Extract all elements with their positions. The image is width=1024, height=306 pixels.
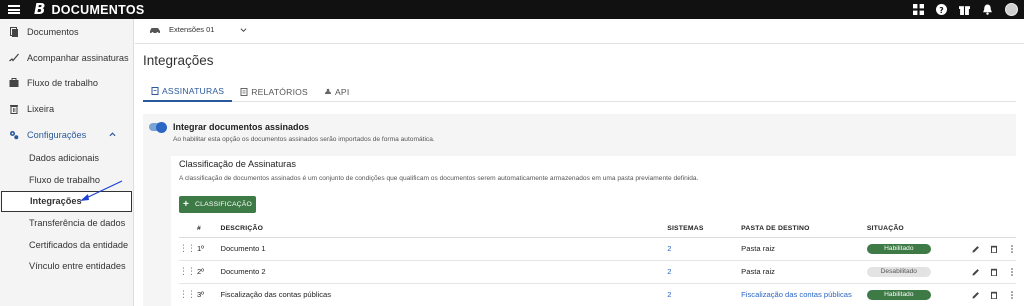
table-row[interactable]: ⋮⋮ 3º Fiscalização das contas públicas 2…: [179, 283, 1016, 306]
gears-icon: [8, 129, 19, 140]
workflow-icon: [8, 78, 19, 89]
header-status: SITUAÇÃO: [866, 220, 962, 238]
sidebar-sub-dados-adicionais[interactable]: Dados adicionais: [0, 147, 133, 169]
edit-icon[interactable]: [971, 267, 980, 276]
tab-label: API: [334, 86, 350, 97]
menu-icon[interactable]: [8, 5, 20, 14]
more-options-icon[interactable]: [1007, 267, 1016, 276]
classification-section: Classificação de Assinaturas A classific…: [171, 156, 1016, 306]
sidebar-sub-transferencia[interactable]: Transferência de dados: [0, 212, 133, 234]
delete-icon[interactable]: [989, 244, 998, 253]
sidebar-item-configuracoes[interactable]: Configurações: [0, 122, 133, 148]
tab-label: ASSINATURAS: [162, 85, 225, 96]
status-badge: Desabilitado: [866, 267, 931, 277]
sidebar-item-fluxo[interactable]: Fluxo de trabalho: [0, 70, 133, 96]
row-systems-link[interactable]: 2: [667, 283, 742, 306]
row-num: 3º: [196, 283, 221, 306]
sidebar-item-label: Documentos: [27, 26, 79, 37]
row-destination: Pasta raiz: [741, 260, 867, 284]
bell-icon[interactable]: [981, 4, 993, 16]
integration-description: Ao habilitar esta opção os documentos as…: [173, 136, 435, 143]
drag-handle-icon[interactable]: ⋮⋮: [179, 266, 196, 276]
main-content: Extensões 01 Integrações ASSINATURAS REL…: [135, 19, 1024, 306]
row-systems-link[interactable]: 2: [667, 237, 742, 261]
sidebar: Documentos Acompanhar assinaturas Fluxo …: [0, 19, 134, 306]
delete-icon[interactable]: [989, 290, 998, 299]
sidebar-sub-certificados[interactable]: Certificados da entidade: [0, 234, 133, 256]
row-systems-link[interactable]: 2: [667, 260, 742, 284]
sidebar-item-label: Fluxo de trabalho: [27, 78, 98, 89]
svg-text:?: ?: [939, 6, 943, 15]
sidebar-item-label: Lixeira: [27, 103, 55, 114]
row-description: Documento 1: [220, 237, 668, 261]
edit-icon[interactable]: [971, 244, 980, 253]
classification-title: Classificação de Assinaturas: [179, 159, 296, 169]
page-title: Integrações: [143, 53, 214, 68]
header-destination: PASTA DE DESTINO: [741, 220, 867, 238]
chevron-up-icon: [109, 132, 116, 136]
document-icon: [151, 86, 159, 95]
annotation-arrow-icon: [80, 180, 123, 201]
add-classification-label: CLASSIFICAÇÃO: [195, 201, 253, 208]
top-bar: B DOCUMENTOS ?: [0, 0, 1024, 19]
delete-icon[interactable]: [989, 267, 998, 276]
add-classification-button[interactable]: + CLASSIFICAÇÃO: [179, 196, 256, 213]
divider: [135, 43, 1024, 44]
sidebar-item-label: Acompanhar assinaturas: [27, 52, 129, 63]
extension-selector-value: Extensões 01: [169, 25, 215, 34]
sidebar-item-documentos[interactable]: Documentos: [0, 19, 133, 45]
brand[interactable]: B DOCUMENTOS: [34, 2, 145, 17]
signature-icon: [8, 52, 19, 63]
row-num: 1º: [196, 237, 221, 261]
sidebar-item-label: Configurações: [27, 129, 87, 140]
header-num: #: [196, 220, 221, 238]
more-options-icon[interactable]: [1007, 290, 1016, 299]
integration-panel: Integrar documentos assinados Ao habilit…: [143, 114, 1016, 306]
row-destination-link[interactable]: Fiscalização das contas públicas: [741, 290, 852, 299]
row-destination: Pasta raiz: [741, 237, 867, 261]
sidebar-item-lixeira[interactable]: Lixeira: [0, 96, 133, 122]
extension-selector[interactable]: Extensões 01: [149, 25, 247, 34]
trash-icon: [8, 103, 19, 114]
chevron-down-icon: [240, 27, 247, 32]
sidebar-sub-vinculo[interactable]: Vínculo entre entidades: [0, 255, 133, 277]
classification-table: # DESCRIÇÃO SISTEMAS PASTA DE DESTINO SI…: [179, 220, 1016, 306]
header-description: DESCRIÇÃO: [220, 220, 668, 238]
table-row[interactable]: ⋮⋮ 2º Documento 2 2 Pasta raiz Desabilit…: [179, 260, 1016, 284]
document-icon: [8, 26, 19, 37]
brand-logo: B: [34, 0, 46, 18]
tab-assinaturas[interactable]: ASSINATURAS: [143, 81, 233, 102]
tabs: ASSINATURAS RELATÓRIOS API: [143, 81, 1016, 102]
row-description: Documento 2: [220, 260, 668, 284]
tab-relatorios[interactable]: RELATÓRIOS: [232, 81, 316, 102]
table-header-row: # DESCRIÇÃO SISTEMAS PASTA DE DESTINO SI…: [179, 220, 1016, 238]
header-systems: SISTEMAS: [667, 220, 742, 238]
report-icon: [240, 87, 248, 96]
row-num: 2º: [196, 260, 221, 284]
app-name: DOCUMENTOS: [51, 2, 145, 17]
row-description: Fiscalização das contas públicas: [220, 283, 668, 306]
api-icon: [324, 88, 331, 94]
user-avatar[interactable]: [1005, 3, 1018, 16]
car-icon: [150, 27, 160, 34]
status-badge: Habilitado: [866, 244, 931, 254]
sidebar-item-acompanhar[interactable]: Acompanhar assinaturas: [0, 45, 133, 71]
drag-handle-icon[interactable]: ⋮⋮: [179, 289, 196, 299]
integration-toggle[interactable]: [149, 121, 167, 133]
more-options-icon[interactable]: [1007, 244, 1016, 253]
integration-title: Integrar documentos assinados: [173, 122, 310, 132]
gift-icon[interactable]: [958, 4, 970, 16]
apps-grid-icon[interactable]: [912, 4, 924, 16]
classification-description: A classificação de documentos assinados …: [179, 175, 699, 182]
edit-icon[interactable]: [971, 290, 980, 299]
table-row[interactable]: ⋮⋮ 1º Documento 1 2 Pasta raiz Habilitad…: [179, 237, 1016, 261]
tab-api[interactable]: API: [316, 81, 357, 102]
help-icon[interactable]: ?: [935, 4, 947, 16]
plus-icon: +: [182, 199, 190, 210]
status-badge: Habilitado: [866, 290, 931, 300]
drag-handle-icon[interactable]: ⋮⋮: [179, 243, 196, 253]
tab-label: RELATÓRIOS: [251, 86, 308, 97]
